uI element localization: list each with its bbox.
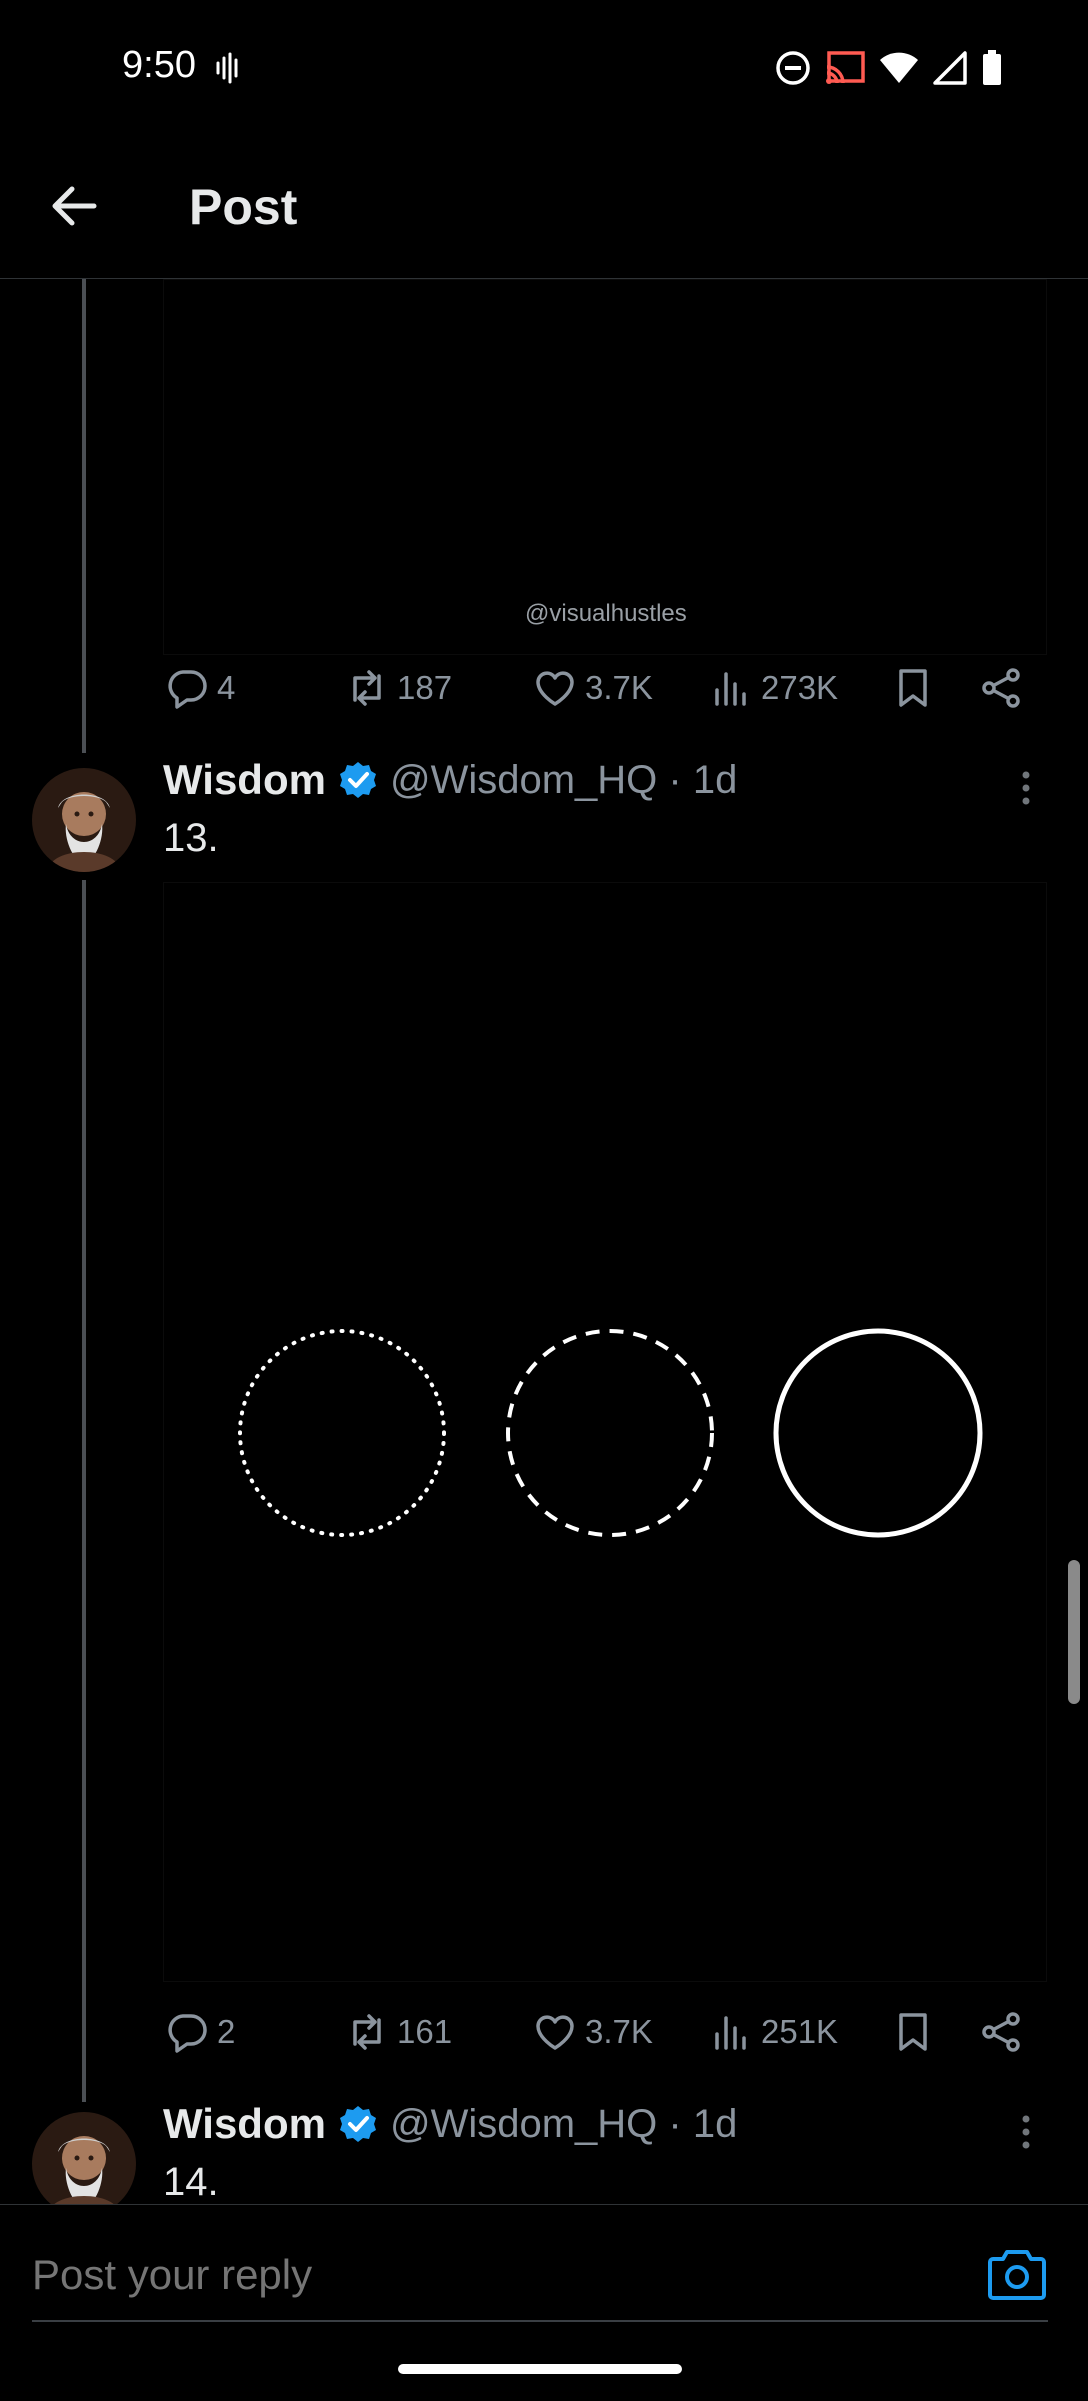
like-button[interactable]: 3.7K: [533, 658, 653, 718]
reply-count: 2: [217, 2013, 236, 2050]
status-icons: [775, 48, 1003, 88]
bookmark-icon: [899, 669, 927, 707]
heart-icon: [536, 2015, 574, 2050]
reply-icon: [168, 670, 207, 709]
reply-input-underline: [32, 2320, 1048, 2322]
views-button[interactable]: 273K: [709, 658, 838, 718]
signal-icon: [933, 51, 967, 85]
cast-icon: [826, 51, 865, 84]
avatar[interactable]: [32, 768, 136, 872]
avatar[interactable]: [32, 2112, 136, 2216]
repost-icon: [353, 670, 381, 706]
author-name[interactable]: Wisdom: [163, 756, 326, 804]
vibrate-icon: [214, 52, 242, 84]
repost-icon: [353, 2014, 381, 2050]
repost-count: 161: [397, 2013, 453, 2050]
reply-button[interactable]: 4: [165, 658, 235, 718]
bookmark-icon: [899, 2013, 927, 2051]
author-name[interactable]: Wisdom: [163, 2100, 326, 2148]
arrow-left-icon[interactable]: [48, 180, 100, 232]
bookmark-button[interactable]: [891, 658, 935, 718]
reply-count: 4: [217, 669, 236, 706]
share-icon: [982, 2012, 1020, 2052]
media-watermark: @visualhustles: [525, 600, 687, 627]
like-button[interactable]: 3.7K: [533, 2002, 653, 2062]
like-count: 3.7K: [585, 669, 653, 706]
repost-count: 187: [397, 669, 453, 706]
more-options-icon[interactable]: [1016, 768, 1036, 808]
views-count: 251K: [761, 2013, 839, 2050]
reply-input[interactable]: [32, 2240, 912, 2310]
views-count: 273K: [761, 669, 839, 706]
camera-icon[interactable]: [987, 2246, 1047, 2302]
views-button[interactable]: 251K: [709, 2002, 838, 2062]
author-handle[interactable]: @Wisdom_HQ · 1d: [390, 758, 737, 803]
views-icon: [715, 2016, 746, 2050]
like-count: 3.7K: [585, 2013, 653, 2050]
circle-label-doing: Doing: [848, 1420, 908, 1446]
verified-badge-icon: [339, 762, 376, 798]
tweet-text: 14.: [163, 2160, 219, 2204]
thread-line: [82, 880, 86, 2102]
tweet-actions-previous: 4 187 3.7K 273K: [165, 658, 1035, 718]
wifi-icon: [880, 52, 918, 83]
tweet-media-previous[interactable]: [163, 279, 1047, 655]
repost-button[interactable]: 161: [345, 2002, 452, 2062]
tweet-text: 13.: [163, 816, 219, 860]
battery-icon: [983, 50, 1001, 85]
status-time: 9:50: [122, 44, 196, 86]
views-icon: [715, 672, 746, 706]
bookmark-button[interactable]: [891, 2002, 935, 2062]
repost-button[interactable]: 187: [345, 658, 452, 718]
verified-badge-icon: [339, 2106, 376, 2142]
heart-icon: [536, 671, 574, 706]
share-icon: [982, 668, 1020, 708]
circle-label-talking: Talking: [574, 1420, 646, 1446]
page-title: Post: [189, 179, 298, 235]
author-handle[interactable]: @Wisdom_HQ · 1d: [390, 2102, 737, 2147]
thread-line: [82, 279, 86, 753]
reply-icon: [168, 2014, 207, 2053]
cut-media-text: [165, 250, 985, 262]
circle-label-thinking: Thinking: [299, 1420, 386, 1446]
home-indicator[interactable]: [398, 2364, 682, 2374]
dnd-icon: [776, 51, 810, 85]
share-button[interactable]: [979, 658, 1023, 718]
tweet-media[interactable]: Thinking Talking Doing: [163, 882, 1047, 1982]
tweet-header: Wisdom @Wisdom_HQ · 1d: [163, 2100, 737, 2148]
scrollbar-thumb[interactable]: [1068, 1560, 1080, 1704]
reply-button[interactable]: 2: [165, 2002, 235, 2062]
tweet-header: Wisdom @Wisdom_HQ · 1d: [163, 756, 737, 804]
more-options-icon[interactable]: [1016, 2112, 1036, 2152]
share-button[interactable]: [979, 2002, 1023, 2062]
tweet-actions: 2 161 3.7K 251K: [165, 2002, 1035, 2062]
